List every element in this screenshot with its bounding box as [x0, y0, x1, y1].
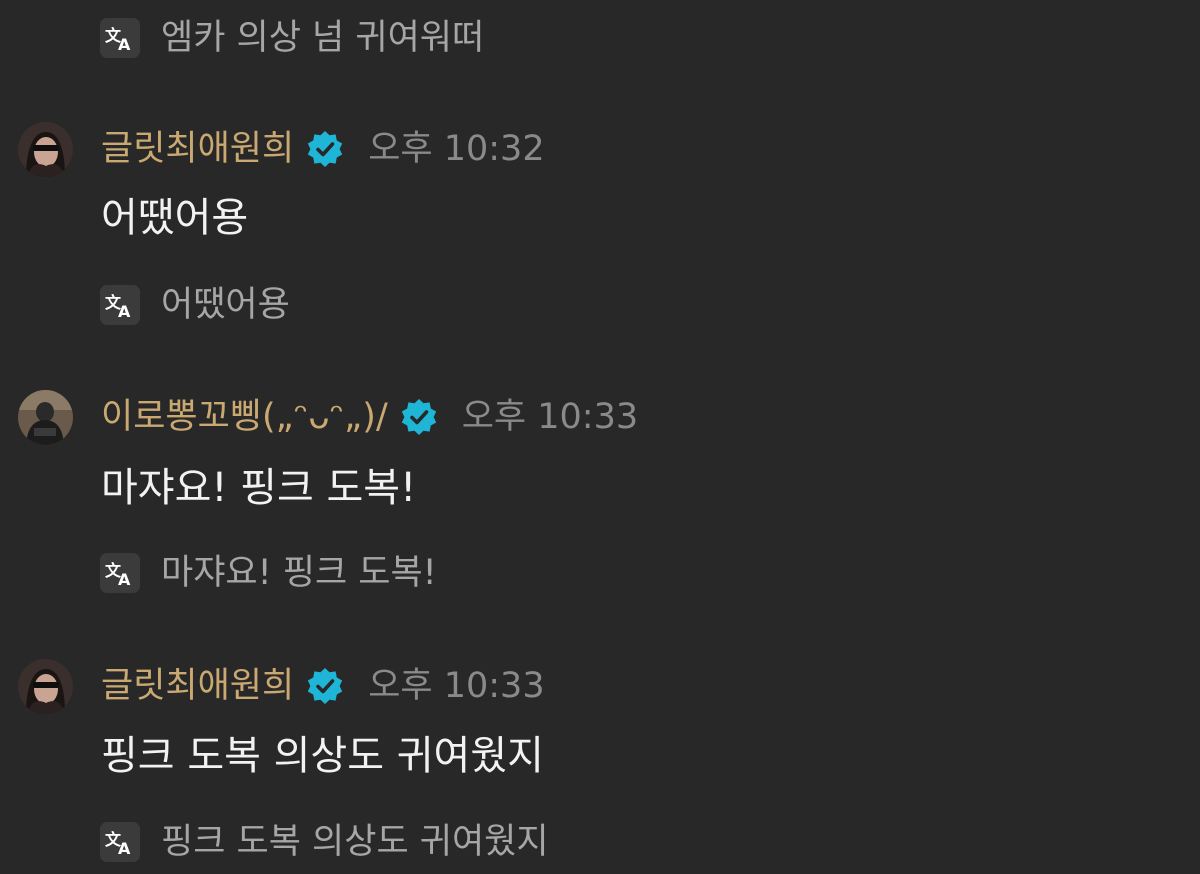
avatar[interactable] [18, 389, 73, 445]
translate-icon[interactable]: 文A [100, 18, 140, 58]
message-header: 글릿최애원희 오후 10:33 [18, 658, 545, 714]
verified-badge-icon [306, 667, 344, 705]
translation-row[interactable]: 文A 핑크 도복 의상도 귀여웠지 [100, 820, 549, 864]
translation-row[interactable]: 文A 어땠어용 [100, 283, 290, 327]
timestamp: 오후 10:33 [461, 397, 639, 437]
username[interactable]: 이로뽕꼬삥(„ᵔᴗᵔ„)/ [101, 395, 388, 439]
message-text[interactable]: 어땠어용 [101, 192, 248, 244]
translate-icon[interactable]: 文A [100, 285, 140, 325]
translation-text: 엠카 의상 넘 귀여워떠 [161, 18, 485, 58]
svg-text:A: A [118, 570, 131, 587]
translation-row[interactable]: 文A 마쟈요! 핑크 도복! [100, 551, 437, 595]
translate-icon[interactable]: 文A [100, 822, 140, 862]
translation-text: 어땠어용 [161, 285, 290, 325]
username[interactable]: 글릿최애원희 [101, 127, 294, 171]
timestamp: 오후 10:32 [368, 129, 545, 169]
svg-text:A: A [118, 302, 131, 319]
translation-row[interactable]: 文A 엠카 의상 넘 귀여워떠 [100, 16, 484, 60]
chat-message-list: 文A 엠카 의상 넘 귀여워떠 글릿최애원희 오후 10:32 어땠어용 文A … [0, 0, 1200, 874]
verified-badge-icon [306, 130, 344, 168]
translation-text: 핑크 도복 의상도 귀여웠지 [161, 822, 549, 862]
username[interactable]: 글릿최애원희 [101, 664, 294, 708]
svg-text:A: A [118, 35, 131, 52]
timestamp: 오후 10:33 [368, 666, 545, 706]
verified-badge-icon [400, 398, 438, 436]
message-header: 글릿최애원희 오후 10:32 [18, 121, 545, 177]
message-text[interactable]: 마쟈요! 핑크 도복! [101, 462, 416, 514]
avatar[interactable] [18, 658, 73, 714]
translate-icon[interactable]: 文A [100, 553, 140, 593]
message-text[interactable]: 핑크 도복 의상도 귀여웠지 [101, 730, 544, 782]
translation-text: 마쟈요! 핑크 도복! [161, 553, 437, 593]
avatar[interactable] [18, 121, 73, 177]
svg-text:A: A [118, 839, 131, 856]
message-header: 이로뽕꼬삥(„ᵔᴗᵔ„)/ 오후 10:33 [18, 389, 638, 445]
